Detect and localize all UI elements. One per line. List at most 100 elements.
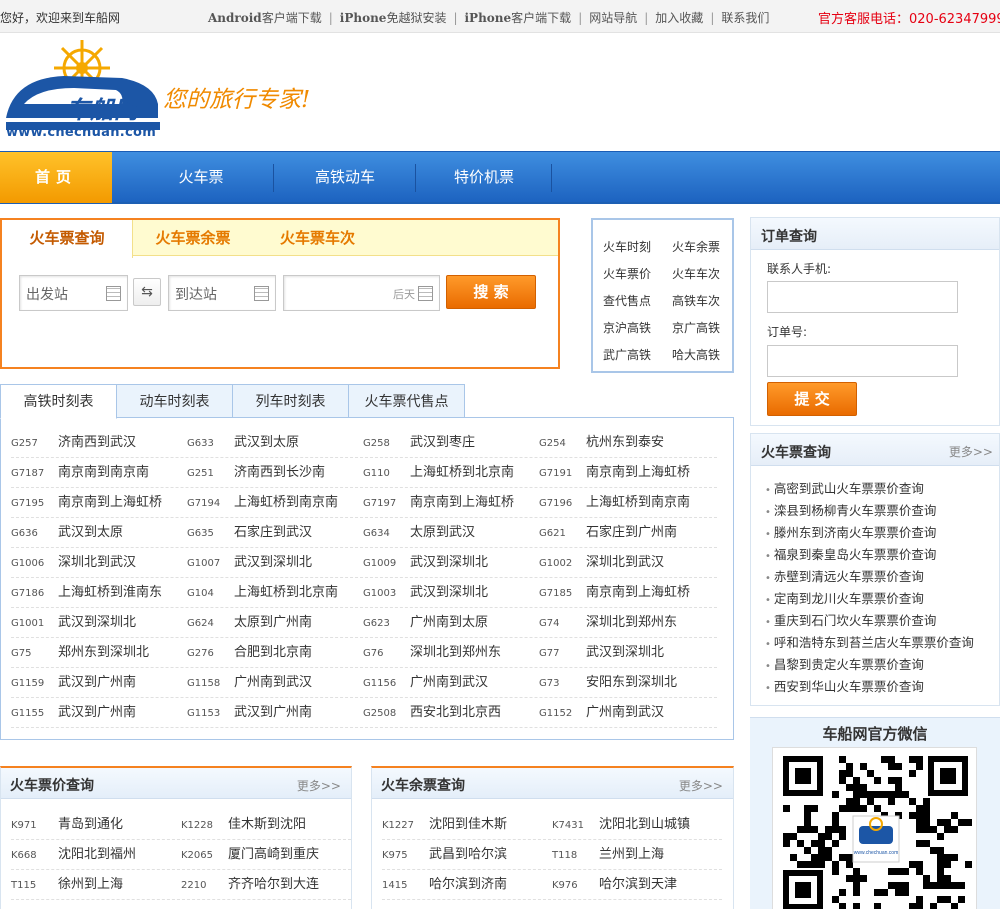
train-link[interactable]: G254 杭州东到泰安 — [539, 428, 664, 457]
ticket-price-link[interactable]: 西安到华山火车票票价查询 — [765, 676, 924, 695]
train-link[interactable]: G110 上海虹桥到北京南 — [363, 458, 514, 487]
train-link[interactable]: 2210 齐齐哈尔到大连 — [181, 870, 319, 899]
nav-home[interactable]: 首页 — [0, 152, 112, 203]
ticket-price-link[interactable]: 滕州东到济南火车票票价查询 — [765, 522, 937, 541]
train-link[interactable]: G7197 南京南到上海虹桥 — [363, 488, 514, 517]
ticket-price-link[interactable]: 福泉到秦皇岛火车票票价查询 — [765, 544, 937, 563]
train-link[interactable]: G1009 武汉到深圳北 — [363, 548, 488, 577]
ticket-price-link[interactable]: 滦县到杨柳青火车票票价查询 — [765, 500, 937, 519]
quick-link[interactable]: 高铁车次 — [672, 292, 720, 309]
train-link[interactable]: G7194 上海虹桥到南京南 — [187, 488, 338, 517]
train-link[interactable]: K971 青岛到通化 — [11, 810, 123, 839]
add-favorite-link[interactable]: 加入收藏 — [655, 11, 703, 25]
train-link[interactable]: G1158 广州南到武汉 — [187, 668, 312, 697]
train-link[interactable]: K668 沈阳北到福州 — [11, 840, 136, 869]
iphone-jailbreak-link[interactable]: iPhone免越狱安装 — [340, 11, 447, 25]
train-link[interactable]: 1415 哈尔滨到济南 — [382, 870, 507, 899]
order-number-input[interactable] — [767, 345, 958, 377]
tab-highspeed-schedule[interactable]: 高铁时刻表 — [0, 384, 117, 419]
train-link[interactable]: G1007 武汉到深圳北 — [187, 548, 312, 577]
quick-link[interactable]: 火车余票 — [672, 238, 720, 255]
train-link[interactable]: G7195 南京南到上海虹桥 — [11, 488, 162, 517]
train-link[interactable]: T115 徐州到上海 — [11, 870, 123, 899]
quick-link[interactable]: 京沪高铁 — [603, 319, 651, 336]
nav-high-speed[interactable]: 高铁动车 — [275, 152, 415, 203]
tab-train-number[interactable]: 火车票车次 — [260, 220, 375, 257]
quick-link[interactable]: 京广高铁 — [672, 319, 720, 336]
date-input[interactable]: 后天 — [283, 275, 440, 311]
train-link[interactable]: G258 武汉到枣庄 — [363, 428, 475, 457]
train-link[interactable]: G634 太原到武汉 — [363, 518, 475, 547]
tab-ticket-remaining[interactable]: 火车票余票 — [133, 220, 253, 257]
quick-link[interactable]: 火车时刻 — [603, 238, 651, 255]
train-link[interactable]: K1228 佳木斯到沈阳 — [181, 810, 306, 839]
submit-button[interactable]: 提 交 — [767, 382, 857, 416]
train-link[interactable]: G251 济南西到长沙南 — [187, 458, 325, 487]
train-link[interactable]: G7185 南京南到上海虹桥 — [539, 578, 690, 607]
train-link[interactable]: G76 深圳北到郑州东 — [363, 638, 501, 667]
iphone-download-link[interactable]: iPhone客户端下载 — [465, 11, 572, 25]
train-link[interactable]: G7187 南京南到南京南 — [11, 458, 149, 487]
ticket-price-link[interactable]: 定南到龙川火车票票价查询 — [765, 588, 924, 607]
train-link[interactable]: K2065 厦门高崎到重庆 — [181, 840, 319, 869]
train-link[interactable]: G77 武汉到深圳北 — [539, 638, 664, 667]
ticket-price-link[interactable]: 赤壁到清远火车票票价查询 — [765, 566, 924, 585]
nav-cheap-flights[interactable]: 特价机票 — [417, 152, 551, 203]
quick-link[interactable]: 火车票价 — [603, 265, 651, 282]
train-link[interactable]: G621 石家庄到广州南 — [539, 518, 677, 547]
train-link[interactable]: G104 上海虹桥到北京南 — [187, 578, 338, 607]
train-link[interactable]: G1159 武汉到广州南 — [11, 668, 136, 697]
train-link[interactable]: G1156 广州南到武汉 — [363, 668, 488, 697]
to-station-input[interactable]: 到达站 — [168, 275, 276, 311]
tab-emu-schedule[interactable]: 动车时刻表 — [116, 384, 233, 418]
train-link[interactable]: G7186 上海虹桥到淮南东 — [11, 578, 162, 607]
more-link[interactable]: 更多>> — [679, 777, 723, 794]
train-link[interactable]: G635 石家庄到武汉 — [187, 518, 312, 547]
nav-train-ticket[interactable]: 火车票 — [130, 152, 272, 203]
tab-ticket-query[interactable]: 火车票查询 — [2, 220, 133, 258]
site-nav-link[interactable]: 网站导航 — [589, 11, 637, 25]
ticket-price-link[interactable]: 重庆到石门坎火车票票价查询 — [765, 610, 937, 629]
train-link[interactable]: G74 深圳北到郑州东 — [539, 608, 677, 637]
train-link[interactable]: G75 郑州东到深圳北 — [11, 638, 149, 667]
quick-link[interactable]: 火车车次 — [672, 265, 720, 282]
train-link[interactable]: G7191 南京南到上海虹桥 — [539, 458, 690, 487]
from-station-input[interactable]: 出发站 — [19, 275, 128, 311]
train-link[interactable]: K7431 沈阳北到山城镇 — [552, 810, 690, 839]
ticket-price-link[interactable]: 呼和浩特东到苔兰店火车票票价查询 — [765, 632, 974, 651]
train-link[interactable]: G623 广州南到太原 — [363, 608, 488, 637]
train-link[interactable]: G636 武汉到太原 — [11, 518, 123, 547]
android-download-link[interactable]: Android客户端下载 — [208, 11, 322, 25]
train-link[interactable]: G73 安阳东到深圳北 — [539, 668, 677, 697]
ticket-price-link[interactable]: 昌黎到贵定火车票票价查询 — [765, 654, 924, 673]
tab-train-schedule[interactable]: 列车时刻表 — [232, 384, 349, 418]
train-link[interactable]: G2508 西安北到北京西 — [363, 698, 501, 727]
quick-link[interactable]: 查代售点 — [603, 292, 651, 309]
train-link[interactable]: G1002 深圳北到武汉 — [539, 548, 664, 577]
train-link[interactable]: G1001 武汉到深圳北 — [11, 608, 136, 637]
train-link[interactable]: K976 哈尔滨到天津 — [552, 870, 677, 899]
contact-us-link[interactable]: 联系我们 — [721, 11, 769, 25]
train-link[interactable]: G1152 广州南到武汉 — [539, 698, 664, 727]
ticket-price-link[interactable]: 高密到武山火车票票价查询 — [765, 478, 924, 497]
search-button[interactable]: 搜 索 — [446, 275, 536, 309]
more-link[interactable]: 更多>> — [949, 443, 993, 460]
phone-input[interactable] — [767, 281, 958, 313]
train-link[interactable]: G1006 深圳北到武汉 — [11, 548, 136, 577]
train-link[interactable]: G1003 武汉到深圳北 — [363, 578, 488, 607]
train-link[interactable]: K975 武昌到哈尔滨 — [382, 840, 507, 869]
train-link[interactable]: G7196 上海虹桥到南京南 — [539, 488, 690, 517]
train-link[interactable]: G257 济南西到武汉 — [11, 428, 136, 457]
tab-ticket-agency[interactable]: 火车票代售点 — [348, 384, 465, 418]
quick-link[interactable]: 哈大高铁 — [672, 346, 720, 363]
train-link[interactable]: G633 武汉到太原 — [187, 428, 299, 457]
train-link[interactable]: K1227 沈阳到佳木斯 — [382, 810, 507, 839]
swap-stations-button[interactable]: ⇆ — [133, 278, 161, 306]
train-link[interactable]: G624 太原到广州南 — [187, 608, 312, 637]
train-link[interactable]: G1155 武汉到广州南 — [11, 698, 136, 727]
train-link[interactable]: G276 合肥到北京南 — [187, 638, 312, 667]
quick-link[interactable]: 武广高铁 — [603, 346, 651, 363]
train-link[interactable]: G1153 武汉到广州南 — [187, 698, 312, 727]
train-link[interactable]: T118 兰州到上海 — [552, 840, 664, 869]
more-link[interactable]: 更多>> — [297, 777, 341, 794]
